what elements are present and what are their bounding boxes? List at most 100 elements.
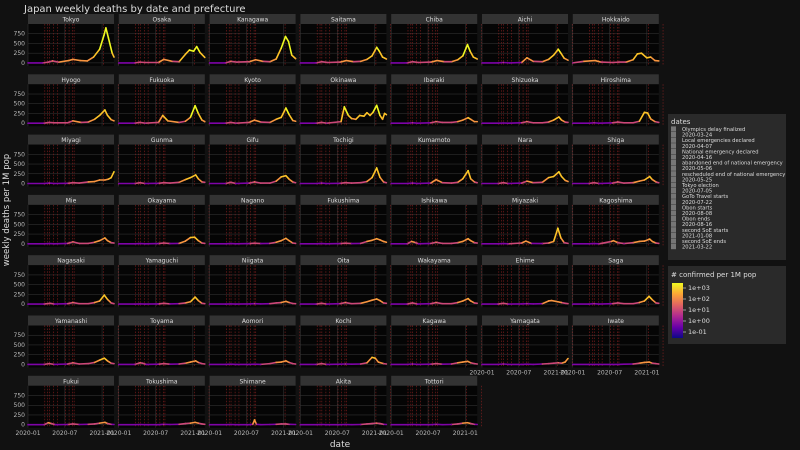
data-point [86,60,88,62]
data-point [377,361,379,363]
data-point [450,242,453,244]
data-point [526,121,528,123]
data-point [27,182,29,185]
data-point [235,363,237,365]
data-point [530,242,532,244]
data-point [113,56,115,58]
data-point [466,360,469,362]
data-point [470,240,472,242]
y-tick-label: 750 [14,272,26,279]
facet-strip-label: Nagasaki [57,258,85,265]
data-point [299,243,301,245]
data-point [204,56,206,59]
data-point [457,423,459,425]
data-point [379,176,381,178]
facet-strip-label: Hokkaido [602,17,630,24]
data-point [197,240,199,242]
facet-strip-label: Toyama [149,318,173,325]
data-point [350,363,353,365]
data-point [67,182,69,184]
data-point [27,303,29,305]
data-point [235,243,237,245]
data-point [269,423,271,426]
panel-background [28,265,114,308]
data-point [450,121,453,124]
data-point [163,182,165,184]
data-point [648,295,650,297]
series-line-segment [315,60,323,64]
x-tick-label: 2020-07 [234,430,259,437]
data-point [201,119,203,121]
data-point [360,363,362,365]
data-point [260,363,262,365]
data-point [118,424,120,426]
data-point [450,61,453,63]
x-tick-label: 2020-01 [288,430,313,437]
data-point [292,363,294,365]
data-point [260,424,262,426]
facet-strip-label: Aomori [242,318,264,325]
data-point [209,424,211,426]
data-point [507,243,509,245]
data-point [466,44,469,46]
data-point [99,179,101,181]
data-point [299,424,301,426]
data-point [572,62,574,64]
data-point [157,363,160,365]
data-point [564,302,566,304]
facet-panel: Tokushima [118,375,210,428]
data-point [139,303,141,305]
data-point [253,363,256,365]
data-point [382,423,385,425]
data-point [285,423,287,425]
data-point [169,182,171,184]
facet-strip-label: Fukui [63,378,79,385]
data-point [593,303,595,305]
series-line-segment [248,181,256,184]
data-point [376,167,378,169]
color-legend-label: 1e-01 [688,328,707,336]
data-point [450,423,453,426]
data-point [139,121,141,124]
data-point [134,363,136,365]
data-point [292,181,294,183]
data-point [275,58,277,60]
data-point [184,362,186,364]
data-point [371,299,373,301]
data-point [48,363,50,365]
data-point [532,363,534,365]
data-point [67,303,69,305]
data-point [27,243,29,245]
facet-strip-label: Hiroshima [601,77,632,84]
data-point [411,363,414,365]
data-point [327,61,329,64]
data-point [87,303,89,305]
data-point [105,27,107,29]
data-point [572,182,574,185]
data-point [497,182,499,185]
data-point [441,182,443,184]
dates-legend-key [671,188,676,194]
facet-strip-label: Osaka [153,17,172,24]
data-point [563,57,565,59]
data-point [476,363,478,365]
series-line-segment [435,362,444,365]
data-point [299,303,301,305]
data-point [372,111,374,113]
data-point [366,180,368,183]
data-point [53,122,55,124]
data-point [526,303,528,305]
data-point [321,423,323,426]
data-point [640,52,642,54]
data-point [204,363,206,365]
dates-legend-title: dates [671,118,691,126]
data-point [184,422,186,425]
data-point [78,242,80,244]
data-point [288,361,290,364]
data-point [157,182,160,184]
data-point [134,243,136,245]
data-point [406,303,408,305]
facet-panel: Shimane [208,375,301,428]
facet-panel: Aichi [481,14,573,66]
x-tick-label: 2020-07 [52,430,77,437]
